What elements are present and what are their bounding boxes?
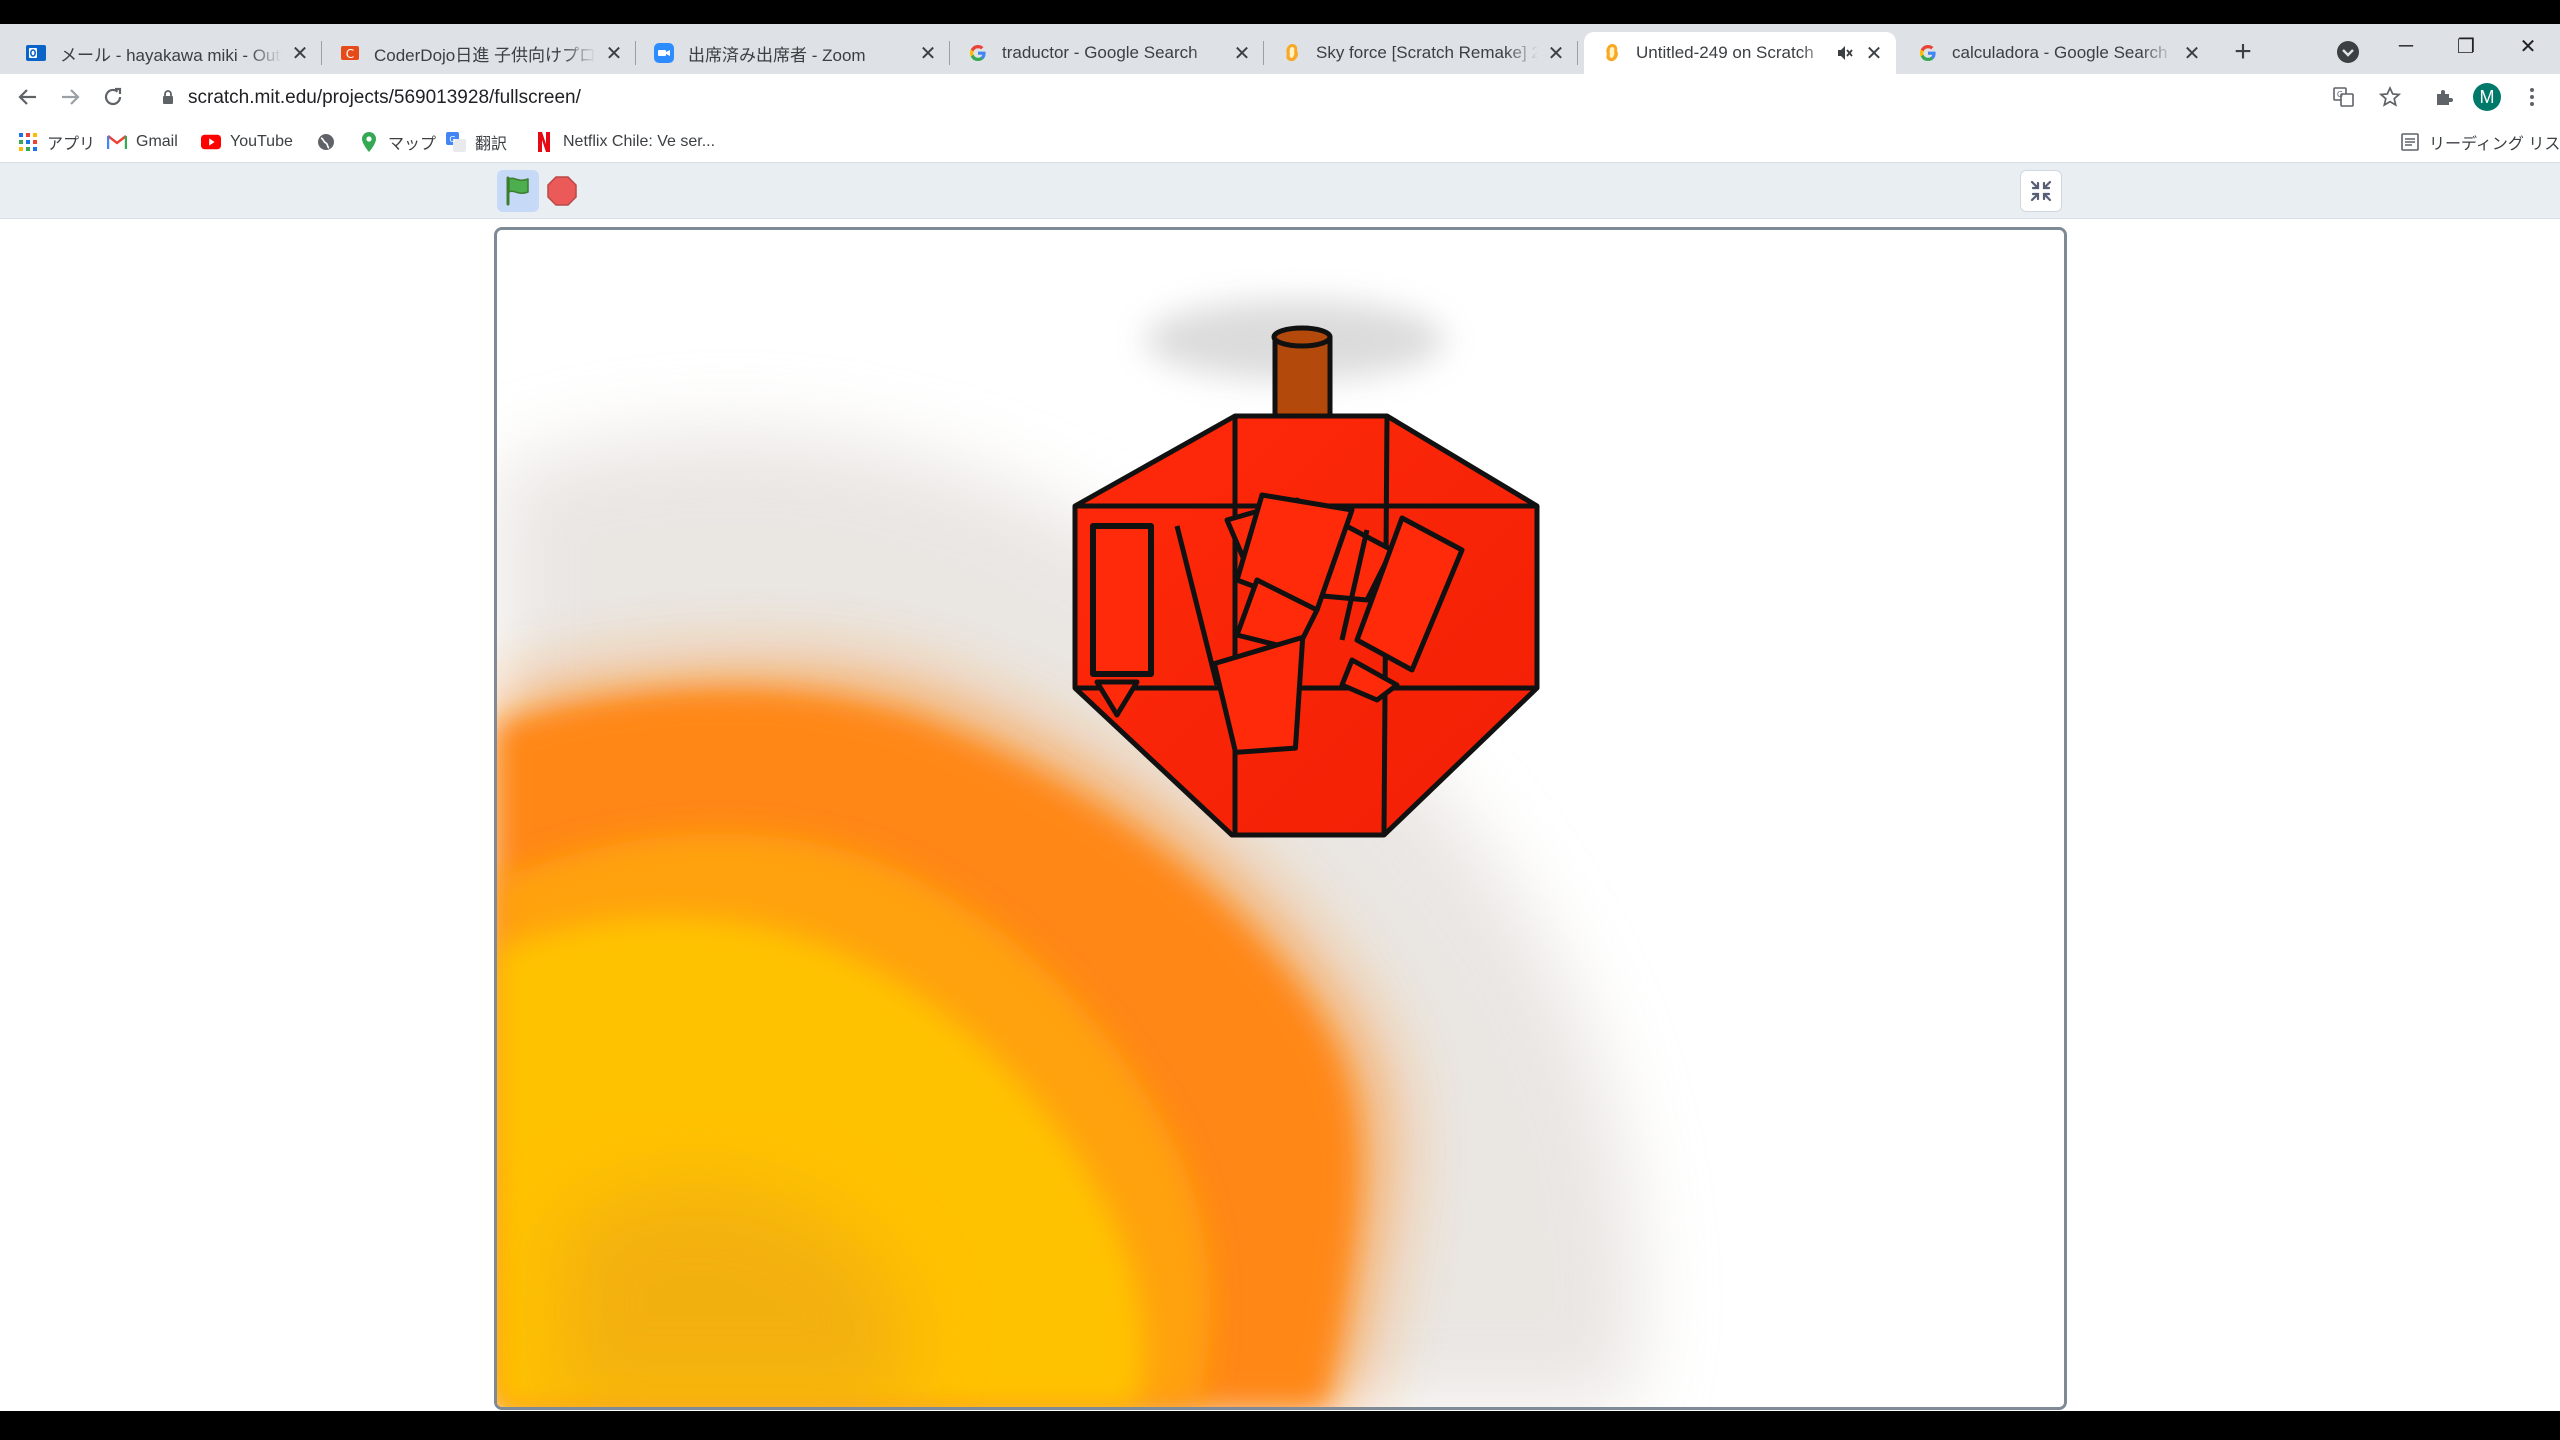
tab-title: メール - hayakawa miki - Outlook xyxy=(60,45,282,65)
google-icon xyxy=(968,43,988,63)
tab-strip: メール - hayakawa miki - Outlook ✕ C CoderD… xyxy=(0,24,2560,74)
screen-bottom-letterbox xyxy=(0,1411,2560,1440)
bookmark-label: 翻訳 xyxy=(475,136,508,153)
tab-close-icon[interactable]: ✕ xyxy=(288,41,312,65)
tab-title: calculadora - Google Search xyxy=(1952,43,2168,62)
reload-button[interactable] xyxy=(97,81,129,113)
tab-search-icon[interactable] xyxy=(2334,38,2362,66)
tab-zoom[interactable]: 出席済み出席者 - Zoom ✕ xyxy=(636,32,950,74)
tab-untitled-249[interactable]: Untitled-249 on Scratch ✕ xyxy=(1584,32,1896,74)
translate-icon: G xyxy=(446,132,466,152)
tab-close-icon[interactable]: ✕ xyxy=(602,41,626,65)
screen: メール - hayakawa miki - Outlook ✕ C CoderD… xyxy=(0,0,2560,1440)
bookmark-globe[interactable] xyxy=(316,130,345,154)
bookmark-label: YouTube xyxy=(230,133,293,150)
puzzle-icon xyxy=(2437,90,2453,105)
extensions-button[interactable] xyxy=(2428,81,2460,113)
bookmark-netflix[interactable]: Netflix Chile: Ve ser... xyxy=(534,130,715,154)
reading-list-button[interactable]: リーディング リスト xyxy=(2400,130,2560,154)
bookmark-youtube[interactable]: YouTube xyxy=(201,130,293,154)
gmail-icon xyxy=(107,132,127,152)
browser-chrome: メール - hayakawa miki - Outlook ✕ C CoderD… xyxy=(0,24,2560,163)
bookmark-label: Gmail xyxy=(136,133,178,150)
forward-button[interactable] xyxy=(54,81,86,113)
green-flag-button[interactable] xyxy=(497,170,539,212)
outlook-icon xyxy=(26,43,46,63)
tab-traductor[interactable]: traductor - Google Search ✕ xyxy=(950,32,1264,74)
minimize-button[interactable]: ─ xyxy=(2386,32,2426,60)
tab-title: CoderDojo日進 子供向けプログラミング xyxy=(374,45,596,65)
address-bar[interactable]: scratch.mit.edu/projects/569013928/fulls… xyxy=(150,79,2530,115)
reload-icon xyxy=(104,87,122,106)
arrow-right-icon xyxy=(62,89,80,105)
speaker-mute-icon[interactable] xyxy=(1834,42,1856,64)
svg-text:C: C xyxy=(346,47,354,61)
google-icon xyxy=(1918,43,1938,63)
bookmark-gmail[interactable]: Gmail xyxy=(107,130,178,154)
reading-list-icon xyxy=(2400,132,2420,152)
lock-icon xyxy=(163,90,173,104)
bookmark-label: マップ xyxy=(388,136,437,153)
new-tab-button[interactable]: + xyxy=(2227,36,2259,68)
scratch-icon xyxy=(1282,43,1302,63)
bookmark-maps[interactable]: マップ xyxy=(359,130,436,154)
tab-title: Sky force [Scratch Remake] 2021 xyxy=(1316,43,1538,62)
bookmark-label: アプリ xyxy=(47,136,96,153)
restore-button[interactable]: ❐ xyxy=(2446,32,2486,60)
tab-calculadora[interactable]: calculadora - Google Search ✕ xyxy=(1900,32,2214,74)
maps-pin-icon xyxy=(359,132,379,152)
zoom-icon xyxy=(654,43,674,63)
scratch-icon xyxy=(1602,43,1622,63)
svg-text:G: G xyxy=(449,135,455,144)
tab-title: traductor - Google Search xyxy=(1002,43,1198,62)
tab-close-icon[interactable]: ✕ xyxy=(1862,41,1886,65)
stop-icon xyxy=(547,176,577,206)
more-vert-icon xyxy=(2530,88,2534,106)
green-flag-icon xyxy=(506,176,529,206)
tab-coderdojo[interactable]: C CoderDojo日進 子供向けプログラミング ✕ xyxy=(322,32,636,74)
tab-title: 出席済み出席者 - Zoom xyxy=(688,45,866,65)
arrow-left-icon xyxy=(18,89,36,105)
bookmark-translate[interactable]: G 翻訳 xyxy=(446,130,507,154)
reading-list-label: リーディング リスト xyxy=(2429,136,2560,153)
exit-fullscreen-button[interactable] xyxy=(2020,170,2062,212)
scratch-player-page xyxy=(0,163,2560,1411)
netflix-icon xyxy=(534,132,554,152)
window-close-button[interactable]: ✕ xyxy=(2508,32,2548,60)
bookmark-label: Netflix Chile: Ve ser... xyxy=(563,133,716,150)
scratch-stage[interactable] xyxy=(494,227,2067,1410)
exit-fullscreen-icon xyxy=(2030,180,2052,202)
apps-grid-icon xyxy=(18,132,38,152)
bookmarks-bar: アプリ Gmail YouTube マップ G 翻訳 Netflix Chile… xyxy=(0,120,2560,163)
stage-controls-bar xyxy=(0,163,2560,219)
tab-outlook[interactable]: メール - hayakawa miki - Outlook ✕ xyxy=(8,32,322,74)
chrome-menu-button[interactable] xyxy=(2516,81,2548,113)
tab-close-icon[interactable]: ✕ xyxy=(916,41,940,65)
bookmark-star-icon[interactable] xyxy=(2376,83,2404,111)
tab-close-icon[interactable]: ✕ xyxy=(1544,41,1568,65)
svg-text:G: G xyxy=(2337,90,2343,99)
tab-close-icon[interactable]: ✕ xyxy=(1230,41,1254,65)
tab-close-icon[interactable]: ✕ xyxy=(2180,41,2204,65)
profile-avatar[interactable]: M xyxy=(2471,81,2503,113)
bookmark-apps[interactable]: アプリ xyxy=(18,130,95,154)
profile-initial: M xyxy=(2479,87,2495,107)
translate-page-icon[interactable]: G xyxy=(2330,83,2358,111)
tab-divider xyxy=(1577,41,1578,65)
url-text[interactable]: scratch.mit.edu/projects/569013928/fulls… xyxy=(188,87,581,109)
tab-sky-force[interactable]: Sky force [Scratch Remake] 2021 ✕ xyxy=(1264,32,1578,74)
globe-icon xyxy=(316,132,336,152)
youtube-icon xyxy=(201,132,221,152)
stop-button[interactable] xyxy=(547,176,577,206)
back-button[interactable] xyxy=(12,81,44,113)
navigation-toolbar: scratch.mit.edu/projects/569013928/fulls… xyxy=(0,74,2560,120)
coderdojo-icon: C xyxy=(340,43,360,63)
tab-title: Untitled-249 on Scratch xyxy=(1636,43,1814,62)
